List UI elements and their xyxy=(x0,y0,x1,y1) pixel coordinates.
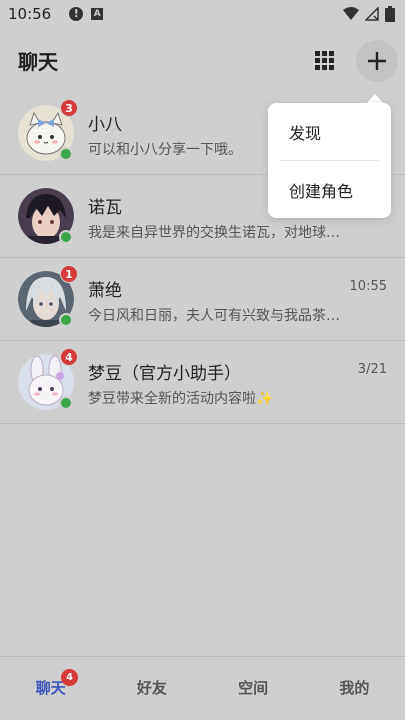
chat-item-xiaojue[interactable]: 1 萧绝 10:55 今日风和日丽，夫人可有兴致与我品茶… xyxy=(0,258,405,341)
chat-item-mengdou[interactable]: 4 梦豆（官方小助手） 3/21 梦豆带来全新的活动内容啦✨ xyxy=(0,341,405,424)
tab-label: 空间 xyxy=(238,679,269,697)
tab-me[interactable]: 我的 xyxy=(304,657,405,720)
add-button[interactable] xyxy=(356,40,398,82)
menu-item-discover[interactable]: 发现 xyxy=(268,103,391,160)
page-title: 聊天 xyxy=(18,49,58,74)
add-popup-menu: 发现 创建角色 xyxy=(268,103,391,218)
tab-badge: 4 xyxy=(61,669,78,686)
online-indicator xyxy=(59,230,73,244)
grid-icon[interactable] xyxy=(312,48,336,72)
tab-label: 好友 xyxy=(136,679,167,697)
chat-name: 诺瓦 xyxy=(88,198,122,218)
online-indicator xyxy=(59,313,73,327)
chat-time: 10:55 xyxy=(349,279,387,294)
chat-name: 萧绝 xyxy=(88,281,122,301)
chat-preview: 我是来自异世界的交换生诺瓦，对地球… xyxy=(88,225,340,241)
unread-badge: 3 xyxy=(60,99,78,117)
tab-chat[interactable]: 聊天 4 xyxy=(0,657,101,720)
chat-preview: 今日风和日丽，夫人可有兴致与我品茶… xyxy=(88,308,340,324)
chat-preview: 梦豆带来全新的活动内容啦✨ xyxy=(88,391,274,407)
a-icon: A xyxy=(91,8,104,20)
unread-badge: 4 xyxy=(60,348,78,366)
status-time: 10:56 xyxy=(8,5,52,23)
header: 聊天 xyxy=(0,28,405,92)
unread-badge: 1 xyxy=(60,265,78,283)
chat-name: 小八 xyxy=(88,115,122,135)
tab-space[interactable]: 空间 xyxy=(203,657,304,720)
battery-icon xyxy=(385,6,395,22)
status-bar: 10:56 ! A xyxy=(0,0,405,28)
no-signal-icon xyxy=(365,7,379,21)
plus-icon xyxy=(368,52,386,70)
chat-time: 3/21 xyxy=(357,362,387,377)
bottom-tab-bar: 聊天 4 好友 空间 我的 xyxy=(0,656,405,720)
wifi-icon xyxy=(343,7,359,20)
tab-label: 我的 xyxy=(339,679,370,697)
tab-friends[interactable]: 好友 xyxy=(101,657,202,720)
chat-name: 梦豆（官方小助手） xyxy=(88,364,241,384)
online-indicator xyxy=(59,396,73,410)
alert-icon: ! xyxy=(69,7,84,21)
online-indicator xyxy=(59,147,73,161)
menu-item-create-character[interactable]: 创建角色 xyxy=(268,161,391,218)
